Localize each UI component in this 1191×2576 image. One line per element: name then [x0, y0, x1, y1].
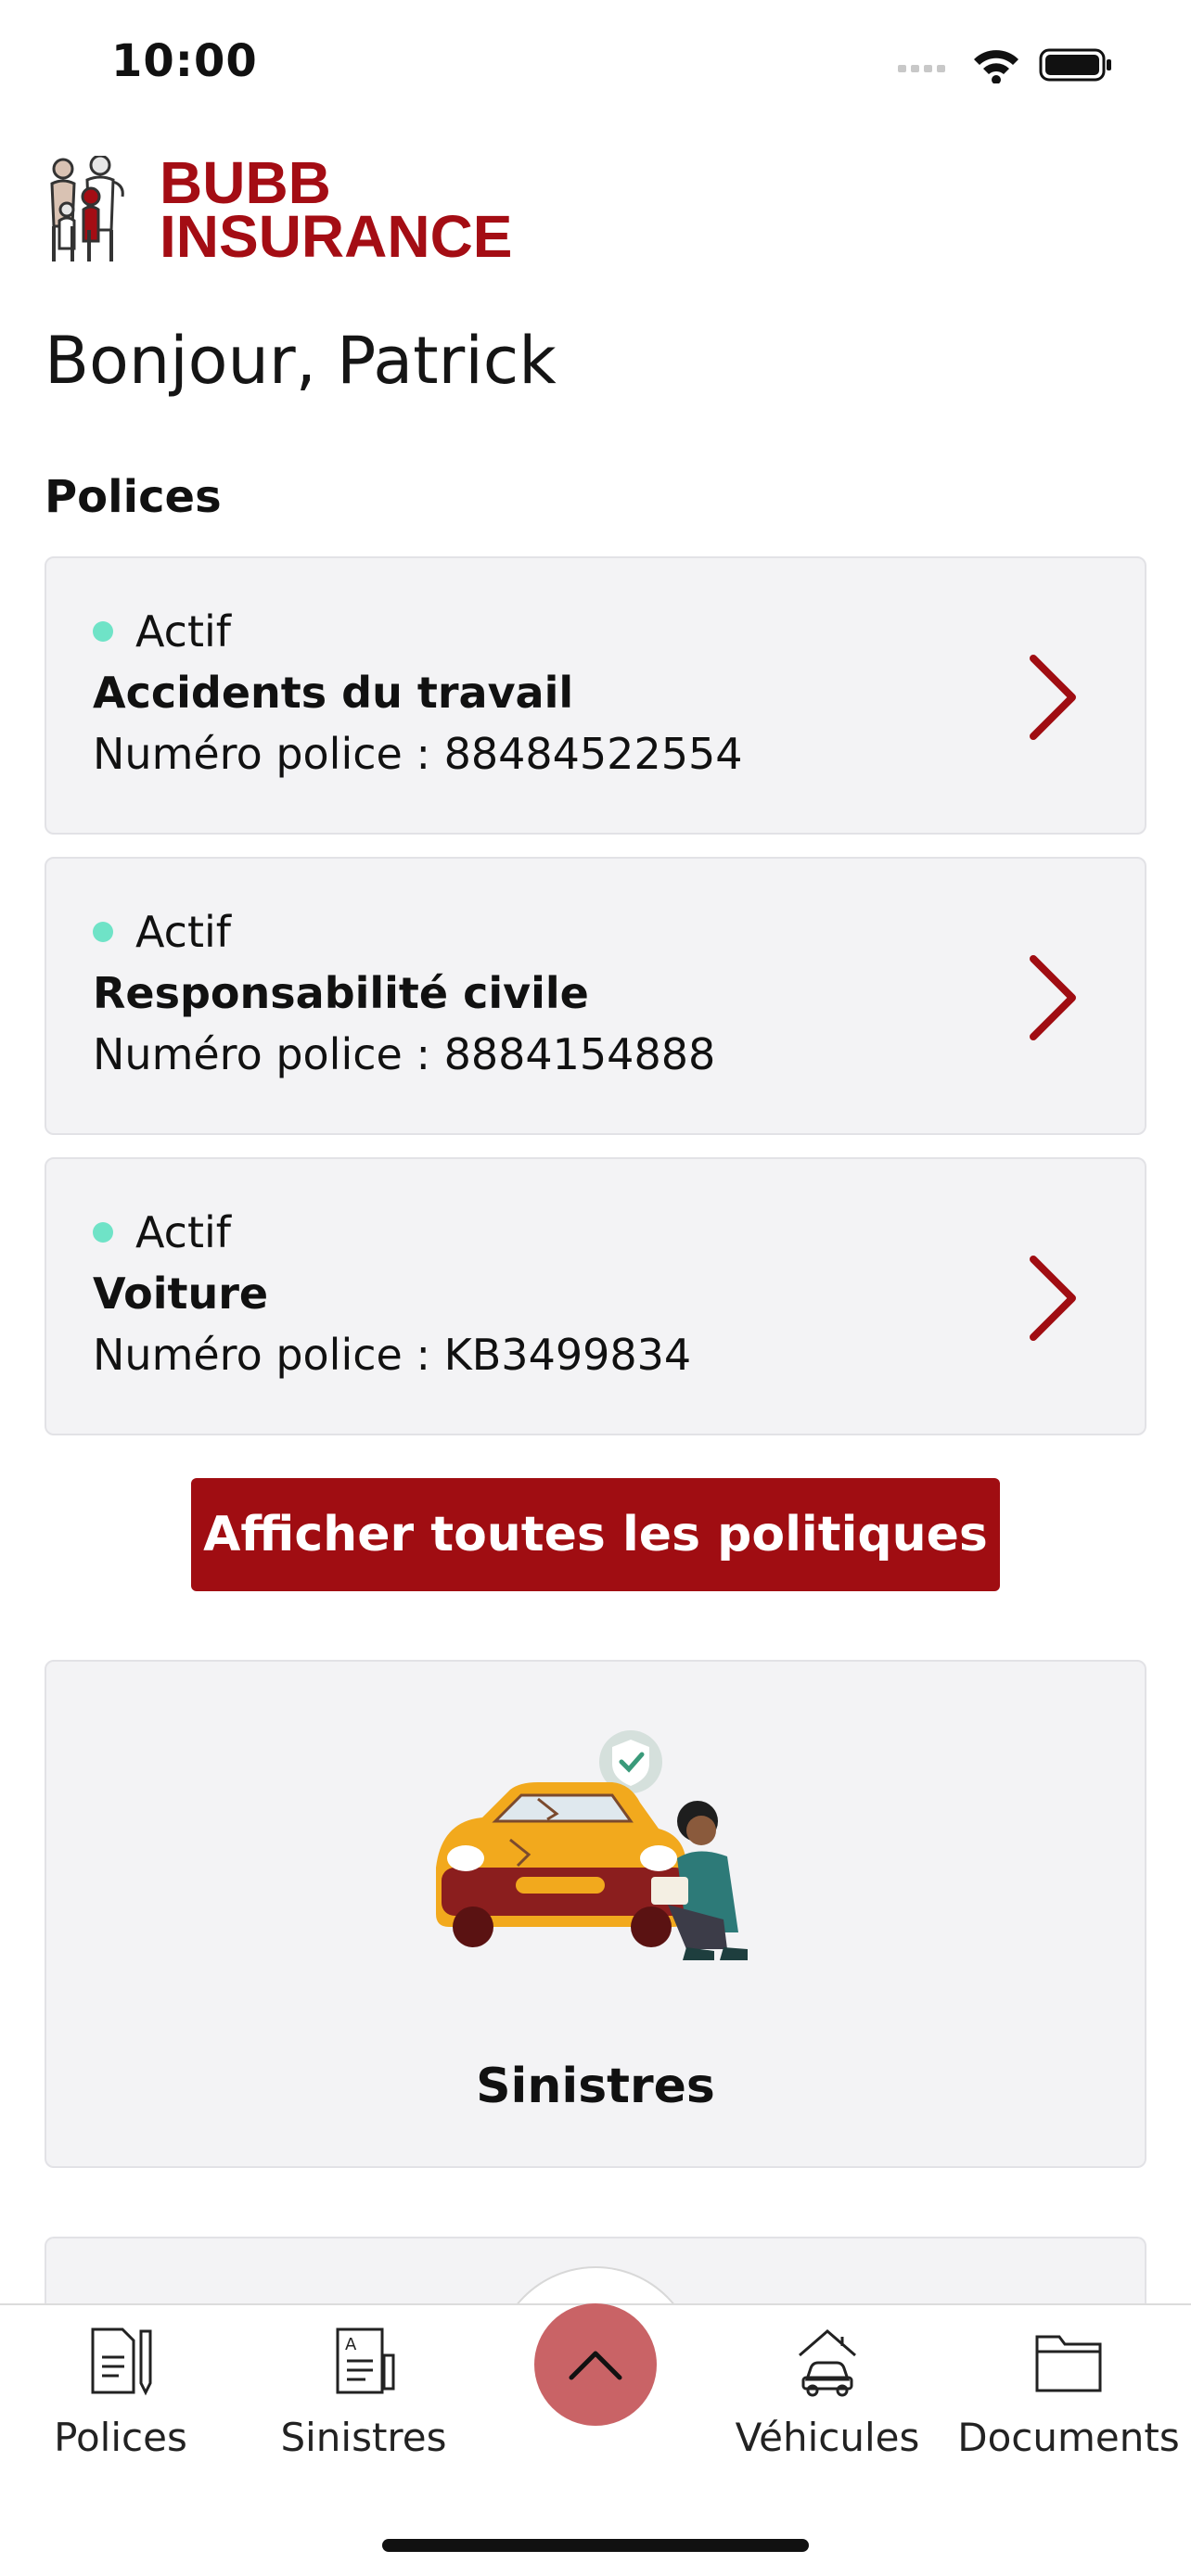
policy-status: Actif [93, 907, 231, 957]
tab-polices-label: Polices [54, 2415, 187, 2460]
policy-status: Actif [93, 1207, 231, 1257]
policy-name: Accidents du travail [93, 668, 574, 718]
claims-label: Sinistres [476, 2059, 715, 2114]
policies-section-title: Polices [45, 471, 222, 523]
chevron-up-icon [569, 2351, 622, 2380]
policy-status: Actif [93, 606, 231, 657]
expand-menu-button[interactable] [534, 2303, 657, 2426]
policy-status-label: Actif [135, 907, 231, 957]
brand-name: BUBB INSURANCE [160, 149, 513, 270]
svg-text:A: A [345, 2335, 357, 2354]
status-active-dot [93, 922, 113, 942]
policy-status-label: Actif [135, 606, 231, 657]
home-indicator [382, 2539, 809, 2552]
tab-documents-label: Documents [957, 2415, 1180, 2460]
policy-name: Voiture [93, 1269, 269, 1319]
chevron-right-icon[interactable] [1024, 1252, 1080, 1345]
car-accident-illustration [436, 1730, 748, 1960]
tab-polices[interactable]: Polices [9, 2324, 232, 2460]
policy-card[interactable]: Actif Responsabilité civile Numéro polic… [45, 857, 1146, 1135]
policy-number: Numéro police : 8884154888 [93, 1029, 716, 1079]
family-logo-icon [50, 156, 124, 261]
policy-number: Numéro police : 88484522554 [93, 729, 743, 779]
policy-status-label: Actif [135, 1207, 231, 1257]
tab-sinistres-label: Sinistres [280, 2415, 447, 2460]
brand-name-line1: BUBB [160, 149, 331, 216]
claims-card[interactable]: Sinistres [45, 1660, 1146, 2168]
status-active-dot [93, 1222, 113, 1243]
tab-vehicules-label: Véhicules [735, 2415, 920, 2460]
claims-document-icon: A [336, 2327, 395, 2394]
status-bar: 10:00 [0, 0, 1191, 130]
cellular-signal-icon [898, 65, 945, 72]
tab-sinistres[interactable]: A Sinistres [252, 2324, 475, 2460]
folder-icon [1035, 2335, 1102, 2392]
show-all-policies-button[interactable]: Afficher toutes les politiques [191, 1478, 1000, 1591]
brand-name-line2: INSURANCE [160, 203, 513, 270]
chevron-right-icon[interactable] [1024, 951, 1080, 1044]
wifi-icon [974, 50, 1018, 83]
status-icons [898, 46, 1113, 83]
brand-logo: BUBB INSURANCE [45, 149, 513, 270]
policy-card[interactable]: Actif Accidents du travail Numéro police… [45, 556, 1146, 835]
policy-card[interactable]: Actif Voiture Numéro police : KB3499834 [45, 1157, 1146, 1435]
battery-icon [1039, 48, 1111, 82]
greeting: Bonjour, Patrick [45, 323, 557, 399]
policy-name: Responsabilité civile [93, 968, 589, 1018]
status-active-dot [93, 621, 113, 642]
policy-document-icon [91, 2327, 152, 2396]
status-time: 10:00 [111, 35, 258, 87]
chevron-right-icon[interactable] [1024, 651, 1080, 744]
tab-vehicules[interactable]: Véhicules [716, 2324, 939, 2460]
policy-number: Numéro police : KB3499834 [93, 1330, 692, 1380]
car-house-icon [799, 2329, 856, 2397]
tab-documents[interactable]: Documents [957, 2324, 1180, 2460]
